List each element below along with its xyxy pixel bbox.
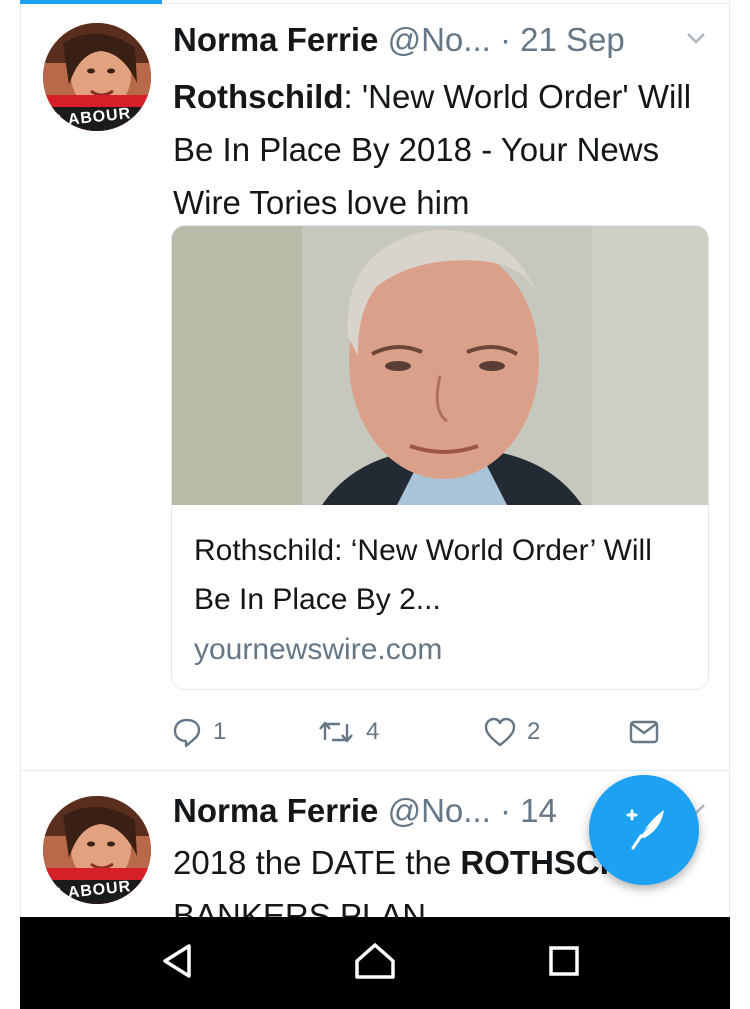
nav-recents-icon	[546, 943, 582, 984]
reply-count: 1	[213, 718, 227, 745]
nav-home-icon	[353, 941, 397, 986]
retweet-icon	[316, 716, 356, 748]
tweet-actions: 1 4 2	[171, 712, 711, 752]
link-card[interactable]: Rothschild: ‘New World Order’ Will Be In…	[171, 225, 709, 690]
author-handle[interactable]: @No...	[388, 21, 491, 58]
nav-recents-button[interactable]	[540, 939, 588, 987]
card-body: Rothschild: ‘New World Order’ Will Be In…	[194, 526, 690, 676]
card-image	[172, 226, 708, 505]
reply-icon	[171, 716, 203, 748]
nav-back-icon	[159, 941, 195, 986]
caret-down-icon[interactable]	[681, 22, 711, 52]
tweet-timestamp[interactable]: · 21 Sep	[500, 21, 625, 58]
avatar[interactable]: LABOUR	[43, 796, 151, 904]
like-icon	[483, 716, 517, 748]
compose-icon	[614, 798, 674, 863]
tweet-header: Norma Ferrie @No... · 21 Sep	[173, 20, 711, 60]
reply-button[interactable]: 1	[171, 712, 226, 752]
tweet-text-bold[interactable]: Rothschild	[173, 78, 344, 115]
message-button[interactable]	[629, 712, 659, 752]
card-title[interactable]: Rothschild: ‘New World Order’ Will Be In…	[194, 526, 690, 624]
card-domain[interactable]: yournewswire.com	[194, 624, 690, 676]
tweet-timestamp[interactable]: · 14	[500, 792, 557, 829]
active-tab-indicator	[20, 0, 162, 4]
nav-back-button[interactable]	[153, 939, 201, 987]
like-button[interactable]: 2	[483, 712, 540, 752]
tweet-text-start: 2018 the DATE the	[173, 844, 461, 881]
retweet-button[interactable]: 4	[316, 712, 379, 752]
system-nav-bar	[20, 917, 730, 1009]
tweet[interactable]: LABOUR Norma Ferrie @No... · 21 Sep Roth…	[21, 0, 729, 771]
like-count: 2	[527, 718, 541, 745]
tab-divider	[162, 3, 730, 4]
author-handle[interactable]: @No...	[388, 792, 491, 829]
compose-button[interactable]	[589, 775, 699, 885]
avatar[interactable]: LABOUR	[43, 23, 151, 131]
nav-home-button[interactable]	[351, 939, 399, 987]
message-icon	[629, 718, 659, 746]
author-name[interactable]: Norma Ferrie	[173, 792, 378, 829]
author-name[interactable]: Norma Ferrie	[173, 21, 378, 58]
tweet-text: Rothschild: 'New World Order' Will Be In…	[173, 70, 713, 229]
retweet-count: 4	[366, 718, 380, 745]
